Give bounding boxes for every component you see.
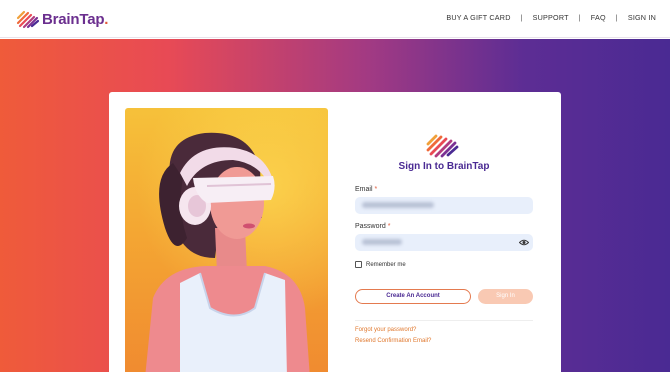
resend-confirmation-link[interactable]: Resend Confirmation Email? bbox=[355, 338, 431, 344]
nav-support[interactable]: SUPPORT bbox=[533, 13, 569, 22]
create-account-button[interactable]: Create An Account bbox=[355, 289, 471, 304]
nav-buy-gift-card[interactable]: BUY A GIFT CARD bbox=[446, 13, 510, 22]
password-field[interactable] bbox=[355, 234, 533, 251]
show-password-eye-icon[interactable] bbox=[519, 238, 529, 247]
remember-me-row[interactable]: Remember me bbox=[355, 261, 406, 268]
braintap-brand-icon bbox=[426, 134, 459, 158]
nav-separator: | bbox=[615, 13, 618, 22]
nav-sign-in[interactable]: SIGN IN bbox=[628, 13, 656, 22]
password-value-obscured bbox=[362, 239, 402, 245]
email-label: Email * bbox=[355, 186, 378, 193]
email-value-obscured bbox=[362, 202, 434, 208]
required-asterisk: * bbox=[387, 223, 391, 230]
forgot-password-link[interactable]: Forgot your password? bbox=[355, 327, 416, 333]
nav-faq[interactable]: FAQ bbox=[591, 13, 606, 22]
remember-me-label: Remember me bbox=[366, 261, 406, 268]
hero-photo-woman-with-headset bbox=[125, 108, 328, 372]
woman-illustration bbox=[145, 132, 310, 372]
signin-title: Sign In to BrainTap bbox=[398, 161, 490, 172]
sign-in-button[interactable]: Sign In bbox=[478, 289, 533, 304]
remember-me-checkbox[interactable] bbox=[355, 261, 362, 268]
email-field[interactable] bbox=[355, 197, 533, 214]
top-nav-links: BUY A GIFT CARD | SUPPORT | FAQ | SIGN I… bbox=[446, 13, 656, 22]
nav-separator: | bbox=[578, 13, 581, 22]
top-navbar: BrainTap. BUY A GIFT CARD | SUPPORT | FA… bbox=[0, 0, 670, 38]
form-divider bbox=[355, 320, 533, 321]
braintap-logo[interactable]: BrainTap. bbox=[16, 8, 108, 30]
logo-wordmark: BrainTap. bbox=[42, 10, 109, 28]
braintap-logo-icon bbox=[16, 10, 40, 29]
password-label: Password * bbox=[355, 223, 391, 230]
required-asterisk: * bbox=[374, 186, 378, 193]
nav-separator: | bbox=[520, 13, 523, 22]
